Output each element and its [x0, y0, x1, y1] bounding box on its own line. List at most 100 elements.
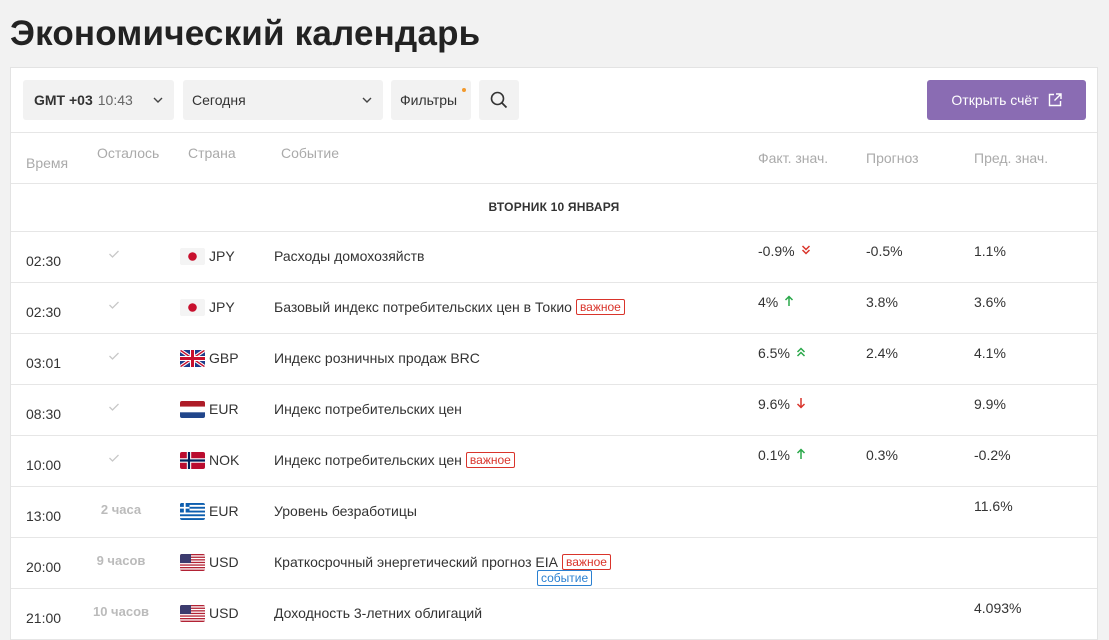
column-event: Событие [281, 145, 339, 161]
flag-jp-icon [180, 299, 205, 316]
previous-value: 11.6% [974, 498, 1013, 514]
event-name-cell: Индекс потребительских цен [274, 401, 462, 417]
actual-value: 4% [758, 294, 779, 310]
time-remaining: 9 часов [96, 553, 146, 568]
check-icon [108, 348, 120, 364]
check-icon [108, 450, 120, 466]
event-name[interactable]: Базовый индекс потребительских цен в Ток… [274, 299, 572, 315]
actual-value: -0.9% [758, 243, 795, 259]
table-row[interactable]: 02:30 JPY Расходы домохозяйств -0.9% -0.5… [11, 232, 1097, 283]
currency-code: JPY [209, 248, 235, 264]
currency-code: JPY [209, 299, 235, 315]
forecast-value: -0.5% [866, 243, 903, 259]
open-account-label: Открыть счёт [951, 92, 1039, 108]
trend-up-icon [796, 447, 806, 463]
trend-up-icon [784, 294, 794, 310]
previous-value: 4.093% [974, 600, 1022, 616]
event-name-cell: Краткосрочный энергетический прогноз EIA… [274, 554, 611, 586]
check-icon [108, 297, 120, 313]
date-select[interactable]: Сегодня [183, 80, 383, 120]
trend-down-icon [796, 396, 806, 412]
flag-us-icon [180, 605, 205, 622]
open-account-button[interactable]: Открыть счёт [927, 80, 1086, 120]
currency-code: NOK [209, 452, 240, 468]
important-badge: важное [465, 452, 515, 468]
flag-jp-icon [180, 248, 205, 265]
previous-value: 9.9% [974, 396, 1006, 412]
flag-us-icon [180, 554, 205, 571]
event-badge: событие [537, 570, 593, 586]
day-header: ВТОРНИК 10 ЯНВАРЯ [11, 184, 1097, 232]
event-name-cell: Индекс розничных продаж BRC [274, 350, 480, 366]
timezone-label: GMT +03 [34, 92, 93, 108]
timezone-select[interactable]: GMT +03 10:43 [23, 80, 174, 120]
previous-value: 3.6% [974, 294, 1006, 310]
actual-value: 0.1% [758, 447, 790, 463]
column-time: Время [26, 155, 69, 171]
table-row[interactable]: 10:00 NOK Индекс потребительских цен важн… [11, 436, 1097, 487]
currency-code: USD [209, 554, 239, 570]
time-remaining: 10 часов [92, 604, 149, 619]
actual-value-cell: 9.6% [758, 396, 806, 412]
table-row[interactable]: 02:30 JPY Базовый индекс потребительских … [11, 283, 1097, 334]
currency-code: EUR [209, 503, 239, 519]
event-time: 10:00 [26, 457, 62, 473]
toolbar: GMT +03 10:43 Сегодня Фильтры Открыть сч… [11, 68, 1097, 133]
actual-value: 6.5% [758, 345, 790, 361]
previous-value: 4.1% [974, 345, 1006, 361]
event-name-cell: Расходы домохозяйств [274, 248, 424, 264]
filters-indicator-dot [462, 88, 466, 92]
column-actual: Факт. знач. [758, 150, 829, 166]
flag-gr-icon [180, 503, 205, 520]
check-icon [108, 399, 120, 415]
table-row[interactable]: 08:30 EUR Индекс потребительских цен 9.6%… [11, 385, 1097, 436]
event-name[interactable]: Индекс потребительских цен [274, 452, 462, 468]
table-row[interactable]: 03:01 GBP Индекс розничных продаж BRC 6.5… [11, 334, 1097, 385]
calendar-card: GMT +03 10:43 Сегодня Фильтры Открыть сч… [10, 67, 1098, 640]
page-title: Экономический календарь [10, 14, 481, 53]
event-name[interactable]: Расходы домохозяйств [274, 248, 424, 264]
previous-value: 1.1% [974, 243, 1006, 259]
table-row[interactable]: 21:00 10 часов USD Доходность 3-летних обл… [11, 589, 1097, 640]
column-forecast: Прогноз [866, 150, 919, 166]
event-time: 13:00 [26, 508, 62, 524]
event-name[interactable]: Доходность 3-летних облигаций [274, 605, 482, 621]
actual-value-cell: 6.5% [758, 345, 806, 361]
column-remaining: Осталось [97, 145, 160, 161]
filters-button[interactable]: Фильтры [391, 80, 471, 120]
event-time: 03:01 [26, 355, 62, 371]
event-name[interactable]: Уровень безработицы [274, 503, 417, 519]
chevron-down-icon [153, 97, 163, 103]
event-time: 02:30 [26, 304, 62, 320]
important-badge: важное [575, 299, 625, 315]
search-button[interactable] [479, 80, 519, 120]
currency-code: GBP [209, 350, 239, 366]
actual-value-cell: 0.1% [758, 447, 806, 463]
forecast-value: 3.8% [866, 294, 898, 310]
trend-strong-up-icon [796, 345, 806, 361]
current-time: 10:43 [97, 92, 133, 108]
flag-no-icon [180, 452, 205, 469]
event-time: 21:00 [26, 610, 62, 626]
external-link-icon [1048, 93, 1062, 107]
previous-value: -0.2% [974, 447, 1011, 463]
flag-gb-icon [180, 350, 205, 367]
table-row[interactable]: 20:00 9 часов USD Краткосрочный энергетиче… [11, 538, 1097, 589]
event-name[interactable]: Краткосрочный энергетический прогноз EIA [274, 554, 558, 570]
actual-value-cell: -0.9% [758, 243, 811, 259]
event-name[interactable]: Индекс потребительских цен [274, 401, 462, 417]
column-country: Страна [188, 145, 236, 161]
table-header: Время Осталось Страна Событие Факт. знач… [11, 132, 1097, 184]
event-name[interactable]: Индекс розничных продаж BRC [274, 350, 480, 366]
event-time: 08:30 [26, 406, 62, 422]
column-previous: Пред. знач. [974, 150, 1049, 166]
event-name-cell: Базовый индекс потребительских цен в Ток… [274, 299, 625, 315]
events-list: 02:30 JPY Расходы домохозяйств -0.9% -0.5… [11, 232, 1097, 640]
filters-label: Фильтры [400, 92, 458, 108]
search-icon [490, 91, 508, 109]
event-time: 02:30 [26, 253, 62, 269]
forecast-value: 0.3% [866, 447, 898, 463]
table-row[interactable]: 13:00 2 часа EUR Уровень безработицы 11.6% [11, 487, 1097, 538]
event-time: 20:00 [26, 559, 62, 575]
event-name-cell: Доходность 3-летних облигаций [274, 605, 482, 621]
